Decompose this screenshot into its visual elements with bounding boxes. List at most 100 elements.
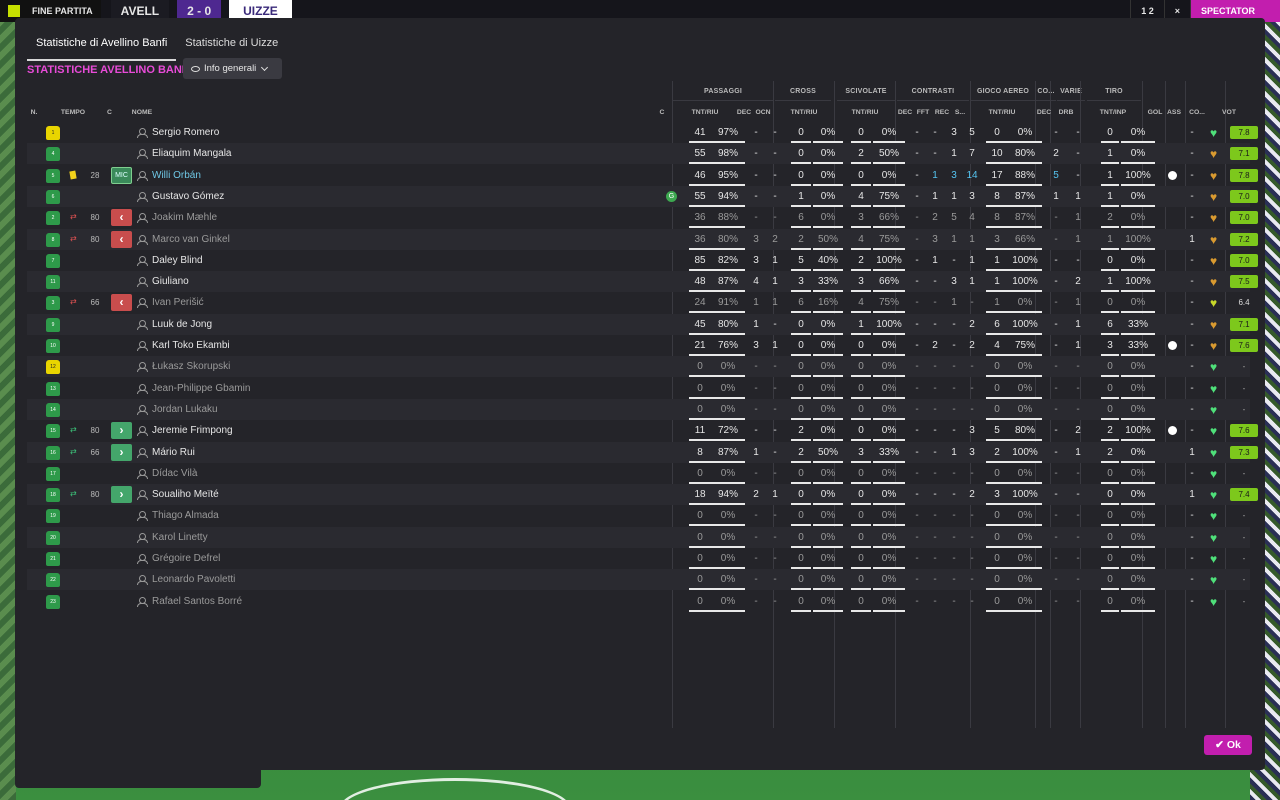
player-row[interactable]: 13 Jean-Philippe Gbamin 0 0% - -0 0% 0 0% - - - -0 0%… <box>27 378 1250 399</box>
player-row[interactable]: 11 Giuliano 48 87% 4 1 3 33% 3 66% - -3 1 1 100% -2 1 100… <box>27 271 1258 293</box>
player-row[interactable]: 14 Jordan Lukaku 0 0% - -0 0% 0 0% - - - -0 0% - -0 0% - ♥… <box>27 398 1250 420</box>
ok-label: Ok <box>1226 739 1241 751</box>
col-header-pass_ocn[interactable]: OCN <box>753 109 773 116</box>
player-name[interactable]: Sergio Romero <box>152 122 219 143</box>
col-header-pass_dec[interactable]: DEC <box>735 109 753 116</box>
player-name[interactable]: Luuk de Jong <box>152 314 212 335</box>
player-name[interactable]: Willi Orbán <box>152 165 201 186</box>
player-name[interactable]: Leonardo Pavoletti <box>152 569 235 590</box>
player-name[interactable]: Karol Linetty <box>152 527 208 548</box>
stat-cell: 1 <box>951 297 957 309</box>
player-row[interactable]: 23 Rafael Santos Borré 0 0% - -0 0% 0 0% - - - -0 0% -… <box>27 591 1250 612</box>
col-header-c[interactable]: C <box>99 109 120 116</box>
col-header-tempo[interactable]: TEMPO <box>58 109 88 116</box>
stat-cell: 0% <box>711 399 745 420</box>
stat-cell: - <box>915 382 919 394</box>
stat-cell: 1 <box>772 254 778 266</box>
ok-button[interactable]: ✔ Ok <box>1204 735 1252 755</box>
player-name[interactable]: Jordan Lukaku <box>152 399 218 420</box>
stat-cell: 1 <box>772 276 778 288</box>
col-header-var_drb[interactable]: DRB <box>1055 109 1077 116</box>
stat-cell: 18 <box>689 484 711 506</box>
player-row[interactable]: 6 Gustavo Gómez G 55 94% - -1 0% 4 75% -1 1 3 8 87% 1 1 1… <box>27 185 1258 207</box>
stat-cell: 0% <box>873 548 905 569</box>
player-row[interactable]: 21 Grégoire Defrel 0 0% - -0 0% 0 0% - - - -0 0% - -0 0%… <box>27 548 1250 569</box>
player-row[interactable]: 16 ⇄ 66 › Mário Rui 8 87% 1-2 50% 3 33% - -1 3 2 100% -1… <box>27 441 1258 463</box>
col-header-ass[interactable]: ASS <box>1165 109 1183 116</box>
player-name[interactable]: Łukasz Skorupski <box>152 356 230 377</box>
stat-cell: 0% <box>711 548 745 569</box>
subbed-on-icon: › <box>111 486 132 504</box>
player-name[interactable]: Rafael Santos Borré <box>152 591 242 612</box>
player-row[interactable]: 7 Daley Blind 85 82% 3 1 5 40% 2 100% -1-1 1 100% - -0… <box>27 250 1258 271</box>
stat-cell: 3 <box>969 425 975 437</box>
stat-cell: - <box>1190 382 1194 394</box>
minute: 28 <box>90 170 100 180</box>
player-name[interactable]: Thiago Almada <box>152 505 219 526</box>
col-header-con_dec[interactable]: DEC <box>897 109 913 116</box>
player-name[interactable]: Grégoire Defrel <box>152 548 220 569</box>
col-header-con_fft[interactable]: FFT <box>915 109 931 116</box>
player-row[interactable]: 15 ⇄ 80 › Jeremie Frimpong 11 72% - -2 0% 0 0% - - -3 5… <box>27 420 1258 442</box>
player-name[interactable]: Marco van Ginkel <box>152 229 230 250</box>
stat-cell: 100% <box>1008 314 1042 335</box>
stat-cell: - <box>915 254 919 266</box>
dropdown-label: Info generali <box>204 63 257 74</box>
col-header-co[interactable]: CO... <box>1185 109 1209 116</box>
col-header-co_dec[interactable]: DEC <box>1036 109 1052 116</box>
player-row[interactable]: 1 Sergio Romero 41 97% - -0 0% 0 0% - -3 5 0 0% - -0 0% -… <box>27 122 1258 143</box>
stat-cell: 1 <box>1075 233 1081 245</box>
player-name[interactable]: Eliaquim Mangala <box>152 143 232 164</box>
player-name[interactable]: Ivan Perišić <box>152 292 204 313</box>
player-row[interactable]: 19 Thiago Almada 0 0% - -0 0% 0 0% - - - -0 0% - -0 0% - ♥… <box>27 505 1250 527</box>
col-header-vot[interactable]: VOT <box>1215 109 1243 116</box>
col-header-nome[interactable]: NOME <box>122 109 162 116</box>
col-header-cap[interactable]: C <box>655 109 669 116</box>
player-row[interactable]: 2 ⇄ 80 ‹ Joakim Mæhle 36 88% - -6 0% 3 66% -2 5 4 8 87% -… <box>27 207 1258 229</box>
col-header-tiro_tr[interactable]: TNT/INP <box>1087 109 1139 116</box>
player-name[interactable]: Jean-Philippe Gbamin <box>152 378 250 399</box>
player-name[interactable]: Joakim Mæhle <box>152 207 217 228</box>
player-row[interactable]: 3 ⇄ 66 ‹ Ivan Perišić 24 91% 1 1 6 16% 4 75% - -1-1 0% -… <box>27 292 1250 314</box>
player-name[interactable]: Giuliano <box>152 271 189 292</box>
player-row[interactable]: 22 Leonardo Pavoletti 0 0% - -0 0% 0 0% - - - -0 0% - -… <box>27 569 1250 591</box>
stat-cell: 3 <box>932 233 938 245</box>
player-name[interactable]: Daley Blind <box>152 250 203 271</box>
tab-away-stats[interactable]: Statistiche di Uizze <box>176 34 287 61</box>
col-header-n[interactable]: N. <box>27 109 41 116</box>
stat-cell: 80% <box>711 229 745 250</box>
player-name[interactable]: Karl Toko Ekambi <box>152 335 230 356</box>
stat-cell: 1 <box>1189 446 1195 458</box>
player-row[interactable]: 18 ⇄ 80 › Soualiho Meïté 18 94% 2 1 0 0% 0 0% - - -2 3 10… <box>27 484 1258 506</box>
stat-cell: 2 <box>791 442 811 463</box>
stat-cell: 3 <box>753 340 759 351</box>
player-row[interactable]: 10 Karl Toko Ekambi 21 76% 3 1 0 0% 0 0% -2-2 4 75% -… <box>27 335 1258 356</box>
player-name[interactable]: Gustavo Gómez <box>152 186 224 207</box>
morale-heart-icon: ♥ <box>1210 317 1218 332</box>
player-name[interactable]: Jeremie Frimpong <box>152 420 233 441</box>
person-icon <box>137 341 148 351</box>
stat-cell: 100% <box>1121 271 1155 293</box>
tab-home-stats[interactable]: Statistiche di Avellino Banfi <box>27 34 177 61</box>
player-name[interactable]: Dídac Vilà <box>152 463 197 484</box>
player-row[interactable]: 8 ⇄ 80 ‹ Marco van Ginkel 36 80% 3 2 2 50% 4 75% -3 1 1… <box>27 228 1258 250</box>
stat-cell: 88% <box>711 207 745 229</box>
col-header-aer_tr[interactable]: TNT/RIU <box>972 109 1032 116</box>
player-row[interactable]: 12 Łukasz Skorupski 0 0% - -0 0% 0 0% - - - -0 0% - -0 0… <box>27 356 1250 378</box>
stat-cell: 1 <box>951 190 957 202</box>
col-header-cross_tr[interactable]: TNT/RIU <box>777 109 831 116</box>
player-row[interactable]: 4 Eliaquim Mangala 55 98% - -0 0% 2 50% - -1 7 10 80%… <box>27 143 1258 165</box>
col-header-con_s[interactable]: S... <box>952 109 968 116</box>
player-row[interactable]: 5 28 MIC Willi Orbán 46 95% - -0 0% 0 0% -1 3 14 17 88%… <box>27 165 1258 186</box>
player-row[interactable]: 9 Luuk de Jong 45 80% 1-0 0% 1 100% - - -2 6 100% -1 6… <box>27 313 1258 335</box>
col-header-pass_tr[interactable]: TNT/RIU <box>675 109 735 116</box>
player-row[interactable]: 17 Dídac Vilà 0 0% - -0 0% 0 0% - - - -0 0% - -0 0% - ♥ - <box>27 463 1250 484</box>
player-name[interactable]: Mário Rui <box>152 442 195 463</box>
view-dropdown[interactable]: Info generali <box>183 58 282 79</box>
stat-cell: 8 <box>986 207 1008 229</box>
col-header-sciv_tr[interactable]: TNT/RIU <box>837 109 893 116</box>
col-header-con_rec[interactable]: REC <box>933 109 951 116</box>
player-name[interactable]: Soualiho Meïté <box>152 484 219 505</box>
col-header-gol[interactable]: GOL <box>1146 109 1164 116</box>
player-row[interactable]: 20 Karol Linetty 0 0% - -0 0% 0 0% - - - -0 0% - -0 0% - ♥… <box>27 526 1250 548</box>
